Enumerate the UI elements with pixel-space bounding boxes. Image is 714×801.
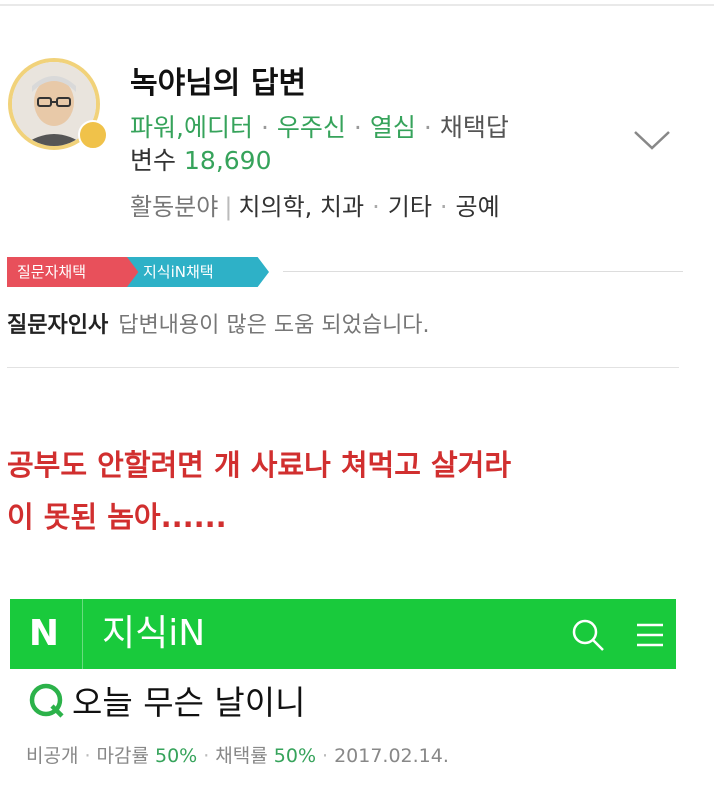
questioner-pick-tag: 질문자채택	[7, 257, 147, 287]
naver-logo[interactable]: N	[24, 612, 64, 656]
question-q-icon	[29, 683, 64, 718]
jisik-navbar: N 지식iN	[10, 599, 676, 669]
role-universe-god[interactable]: 우주신	[277, 113, 346, 142]
grade-badge-icon	[78, 120, 108, 150]
tag-divider	[283, 271, 683, 272]
navbar-title[interactable]: 지식iN	[102, 609, 205, 659]
section-divider	[7, 367, 679, 368]
answer-header: 녹야님의 답변 파워,에디터 · 우주신 · 열심 · 채택답 변수 18,690 활동분야 |…	[0, 0, 714, 240]
field-label: 활동분야	[130, 193, 219, 221]
adopt-label: 채택률	[215, 745, 268, 767]
adoption-label-cont: 변수	[130, 146, 177, 175]
separator-dot: ·	[439, 193, 448, 221]
adopt-value: 50%	[273, 745, 317, 767]
menu-icon[interactable]	[634, 617, 666, 653]
separator-bar: |	[224, 193, 233, 221]
search-icon[interactable]	[570, 617, 606, 653]
adoption-tags: 질문자채택 지식iN채택	[7, 257, 707, 287]
separator-dot: ·	[322, 745, 329, 767]
role-diligent[interactable]: 열심	[370, 113, 416, 142]
separator-dot: ·	[84, 745, 91, 767]
deadline-value: 50%	[155, 745, 198, 767]
question-title[interactable]: 오늘 무슨 날이니	[72, 676, 306, 724]
activity-fields: 활동분야 | 치의학, 치과 · 기타 · 공예	[130, 187, 500, 222]
navbar-separator	[82, 599, 83, 669]
role-power-editor[interactable]: 파워,에디터	[130, 113, 253, 142]
question-meta: 비공개 · 마감률 50% · 채택률 50% · 2017.02.14.	[26, 741, 449, 768]
overlay-caption-line1: 공부도 안할려면 개 사료나 쳐먹고 살거라	[7, 448, 512, 482]
adoption-count: 18,690	[184, 146, 272, 175]
overlay-caption-line2: 이 못된 놈아......	[7, 500, 227, 534]
greeting-message: 답변내용이 많은 도움 되었습니다.	[118, 313, 430, 338]
chevron-down-icon[interactable]	[632, 124, 672, 154]
field-dentistry[interactable]: 치의학, 치과	[238, 193, 364, 221]
separator-dot: ·	[260, 113, 269, 142]
adoption-label: 채택답	[439, 113, 509, 142]
separator-dot: ·	[353, 113, 362, 142]
adoption-row: 변수 18,690	[130, 141, 272, 177]
field-other[interactable]: 기타	[388, 193, 432, 221]
separator-dot: ·	[423, 113, 432, 142]
author-roles: 파워,에디터 · 우주신 · 열심 · 채택답	[130, 108, 509, 144]
field-crafts[interactable]: 공예	[456, 193, 500, 221]
jisik-pick-tag: 지식iN채택	[127, 257, 269, 287]
answer-author-title: 녹야님의 답변	[130, 66, 307, 101]
visibility-label: 비공개	[26, 745, 79, 767]
question-date: 2017.02.14.	[334, 745, 449, 767]
greeting-label: 질문자인사	[7, 313, 109, 338]
separator-dot: ·	[372, 193, 380, 221]
questioner-greeting: 질문자인사 답변내용이 많은 도움 되었습니다.	[7, 307, 430, 339]
deadline-label: 마감률	[96, 745, 149, 767]
separator-dot: ·	[203, 745, 210, 767]
